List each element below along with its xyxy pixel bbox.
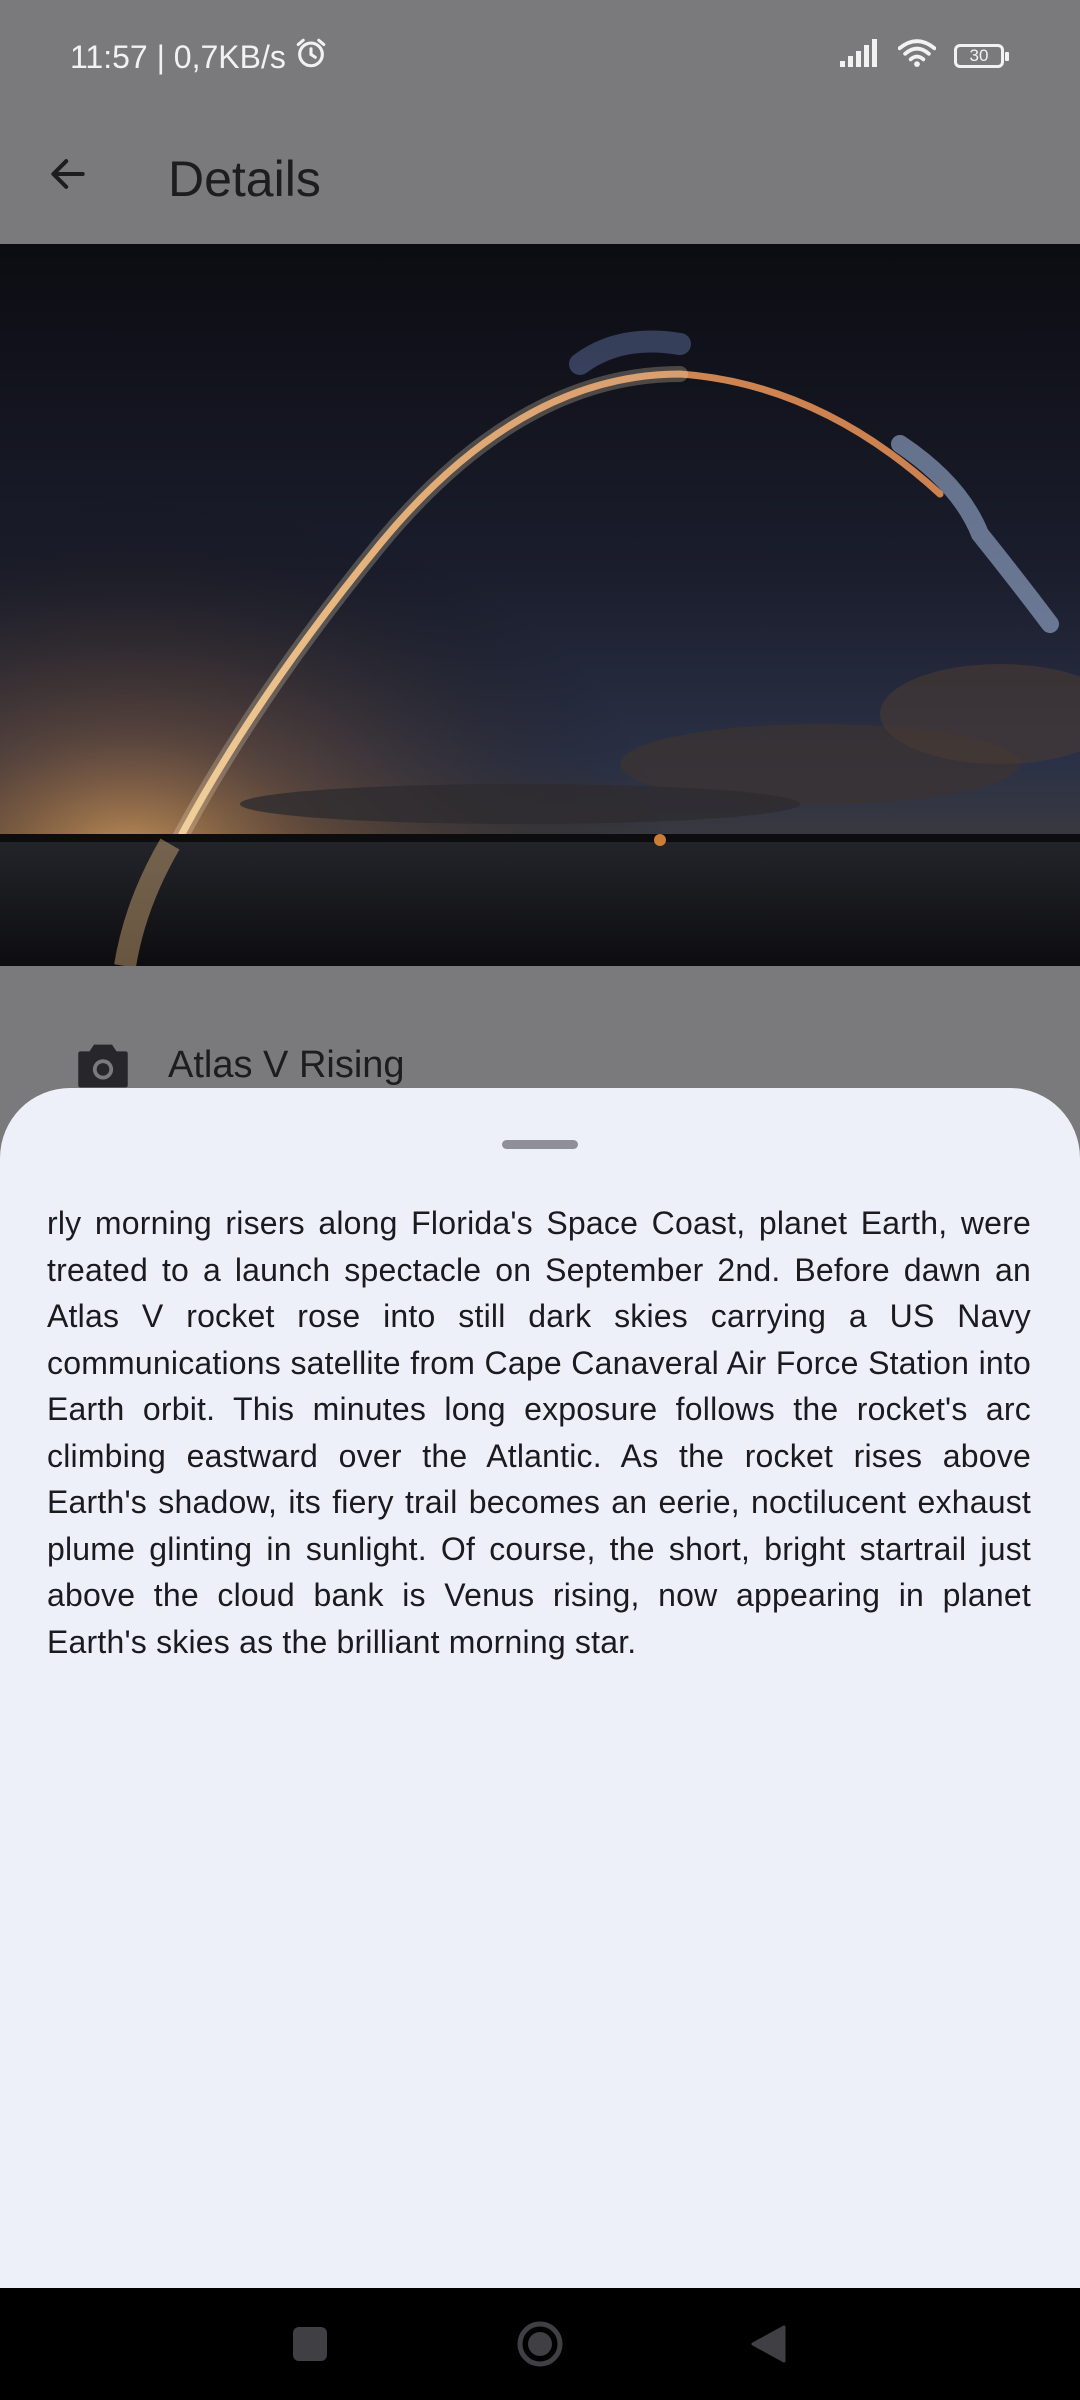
back-nav-button[interactable] xyxy=(740,2318,796,2374)
battery-icon: 30 xyxy=(954,43,1009,68)
wifi-icon xyxy=(897,38,937,73)
status-right: 30 xyxy=(840,38,1009,73)
battery-level: 30 xyxy=(969,45,989,65)
recents-button[interactable] xyxy=(282,2318,338,2374)
status-time-speed: 11:57 | 0,7KB/s xyxy=(70,38,286,75)
page-title: Details xyxy=(168,151,321,207)
circle-icon xyxy=(516,2320,564,2373)
photo-title: Atlas V Rising xyxy=(168,1044,405,1086)
back-button[interactable] xyxy=(40,148,96,204)
drag-handle[interactable] xyxy=(502,1140,578,1149)
photo-image[interactable] xyxy=(0,244,1080,966)
app-bar: Details xyxy=(0,118,1080,244)
home-button[interactable] xyxy=(512,2318,568,2374)
signal-icon xyxy=(840,39,880,72)
arrow-back-icon xyxy=(46,152,90,201)
camera-icon xyxy=(76,1042,130,1090)
square-icon xyxy=(292,2326,328,2367)
status-bar: 11:57 | 0,7KB/s 30 xyxy=(0,0,1080,118)
alarm-icon xyxy=(294,36,328,78)
system-navigation-bar xyxy=(0,2288,1080,2400)
bottom-sheet[interactable]: rly morning risers along Florida's Space… xyxy=(0,1088,1080,2288)
photo-description: rly morning risers along Florida's Space… xyxy=(47,1205,1031,1660)
status-left: 11:57 | 0,7KB/s xyxy=(70,36,328,78)
triangle-back-icon xyxy=(748,2324,788,2369)
